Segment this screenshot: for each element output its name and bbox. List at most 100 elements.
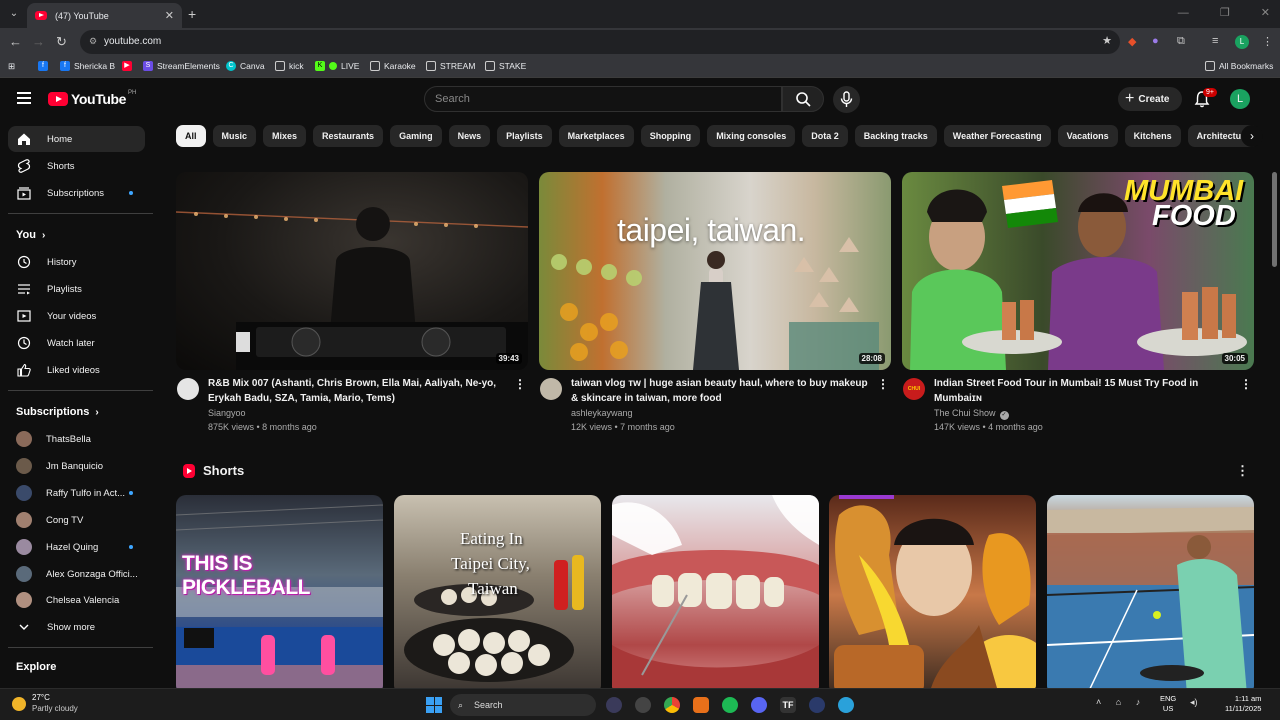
bookmark-shericka[interactable]: f Shericka B bbox=[60, 61, 115, 71]
sidebar-item-channel[interactable]: Hazel Quing bbox=[8, 534, 145, 560]
discord-icon[interactable] bbox=[751, 697, 767, 713]
short-card[interactable]: Eating In Taipei City, Taiwan bbox=[394, 495, 601, 688]
taskbar-clock[interactable]: 1:11 am 11/11/2025 bbox=[1225, 694, 1261, 714]
speaker-icon[interactable]: ◂) bbox=[1190, 697, 1198, 708]
weather-widget[interactable]: 27°C Partly cloudy bbox=[12, 693, 78, 713]
language-indicator[interactable]: ENG US bbox=[1160, 694, 1176, 714]
tab-close-icon[interactable]: ✕ bbox=[165, 9, 174, 22]
youtube-logo[interactable]: YouTube PH bbox=[48, 90, 136, 107]
bookmark-star-icon[interactable]: ★ bbox=[1102, 34, 1112, 47]
create-button[interactable]: + Create bbox=[1118, 87, 1182, 111]
sidebar-item-channel[interactable]: ThatsBella bbox=[8, 426, 145, 452]
short-card[interactable] bbox=[612, 495, 819, 688]
sidebar-item-shorts[interactable]: Shorts bbox=[8, 153, 145, 179]
more-actions-icon[interactable]: ⋮ bbox=[514, 377, 526, 391]
video-card[interactable]: MUMBAI FOOD 30:05 CHUI Indian Street Foo… bbox=[902, 172, 1254, 440]
bookmark-folder-kick[interactable]: kick bbox=[275, 61, 304, 71]
channel-avatar[interactable] bbox=[540, 378, 562, 400]
account-avatar[interactable]: L bbox=[1230, 89, 1250, 109]
extensions-puzzle-icon[interactable]: ⧉ bbox=[1177, 35, 1185, 48]
bookmark-facebook[interactable]: f bbox=[38, 61, 52, 71]
chevron-right-icon[interactable]: › bbox=[1241, 125, 1263, 147]
channel-avatar[interactable] bbox=[177, 378, 199, 400]
filter-chip[interactable]: Kitchens bbox=[1124, 125, 1181, 147]
video-title[interactable]: Indian Street Food Tour in Mumbai! 15 Mu… bbox=[934, 377, 1234, 406]
tab-search-icon[interactable]: ⌄ bbox=[6, 6, 22, 22]
guide-menu-icon[interactable] bbox=[17, 92, 31, 104]
back-icon[interactable]: ← bbox=[9, 34, 22, 49]
extension-icon[interactable]: ● bbox=[1152, 35, 1159, 47]
channel-name[interactable]: The Chui Show ✓ bbox=[934, 408, 1009, 420]
browser-profile-avatar[interactable]: L bbox=[1235, 35, 1249, 49]
sidebar-item-channel[interactable]: Cong TV bbox=[8, 507, 145, 533]
video-thumbnail[interactable]: MUMBAI FOOD 30:05 bbox=[902, 172, 1254, 370]
subscriptions-header[interactable]: Subscriptions › bbox=[16, 406, 99, 418]
filter-chip[interactable]: All bbox=[176, 125, 206, 147]
media-control-icon[interactable]: ≡ bbox=[1212, 35, 1218, 47]
sidebar-item-show-more[interactable]: Show more bbox=[8, 614, 145, 640]
browser-menu-icon[interactable]: ⋮ bbox=[1262, 35, 1273, 48]
browser-tab[interactable]: (47) YouTube ✕ bbox=[27, 3, 182, 28]
sidebar-item-playlists[interactable]: Playlists bbox=[8, 276, 145, 302]
minimize-icon[interactable]: — bbox=[1178, 7, 1189, 19]
sidebar-item-home[interactable]: Home bbox=[8, 126, 145, 152]
bookmark-folder-stake[interactable]: STAKE bbox=[485, 61, 526, 71]
chevron-up-icon[interactable]: ˄ bbox=[1096, 697, 1101, 707]
video-card[interactable]: 39:43 R&B Mix 007 (Ashanti, Chris Brown,… bbox=[176, 172, 528, 440]
spotify-icon[interactable] bbox=[722, 697, 738, 713]
filter-chip[interactable]: Mixing consoles bbox=[707, 125, 796, 147]
filter-chip[interactable]: Mixes bbox=[263, 125, 307, 147]
reload-icon[interactable]: ↻ bbox=[56, 34, 67, 50]
filter-chip[interactable]: Music bbox=[212, 125, 257, 147]
video-thumbnail[interactable]: 39:43 bbox=[176, 172, 528, 370]
video-title[interactable]: R&B Mix 007 (Ashanti, Chris Brown, Ella … bbox=[208, 377, 508, 406]
app-icon[interactable] bbox=[606, 697, 622, 713]
short-card[interactable]: THIS IS PICKLEBALL bbox=[176, 495, 383, 688]
scrollbar-thumb[interactable] bbox=[1272, 172, 1277, 267]
video-title[interactable]: taiwan vlog ᴛᴡ | huge asian beauty haul,… bbox=[571, 377, 871, 406]
telegram-icon[interactable] bbox=[838, 697, 854, 713]
filter-chip[interactable]: News bbox=[448, 125, 491, 147]
app-icon[interactable] bbox=[693, 697, 709, 713]
windows-start-icon[interactable] bbox=[426, 697, 442, 713]
sidebar-item-channel[interactable]: Chelsea Valencia bbox=[8, 587, 145, 613]
chrome-icon[interactable] bbox=[664, 697, 680, 713]
sidebar-item-your-videos[interactable]: Your videos bbox=[8, 303, 145, 329]
new-tab-icon[interactable]: + bbox=[188, 6, 196, 22]
apps-grid-icon[interactable]: ⊞ bbox=[8, 61, 15, 72]
video-thumbnail[interactable]: taipei, taiwan. 28:08 bbox=[539, 172, 891, 370]
voice-search-button[interactable] bbox=[833, 86, 860, 113]
sidebar-item-history[interactable]: History bbox=[8, 249, 145, 275]
bookmark-folder-stream[interactable]: STREAM bbox=[426, 61, 475, 71]
app-icon[interactable] bbox=[635, 697, 651, 713]
notifications-button[interactable]: 9+ bbox=[1194, 88, 1217, 108]
channel-avatar[interactable]: CHUI bbox=[903, 378, 925, 400]
filter-chip[interactable]: Weather Forecasting bbox=[943, 125, 1051, 147]
app-icon[interactable] bbox=[809, 697, 825, 713]
bookmark-live[interactable]: K LIVE bbox=[315, 61, 359, 71]
sidebar-item-channel[interactable]: Alex Gonzaga Offici... bbox=[8, 561, 145, 587]
sidebar-item-watch-later[interactable]: Watch later bbox=[8, 330, 145, 356]
channel-name[interactable]: ashleykaywang bbox=[571, 408, 633, 418]
search-input[interactable] bbox=[435, 93, 735, 105]
restore-icon[interactable]: ❐ bbox=[1220, 7, 1230, 19]
short-card[interactable] bbox=[1047, 495, 1254, 688]
filter-chip[interactable]: Backing tracks bbox=[854, 125, 937, 147]
forward-icon[interactable]: → bbox=[32, 34, 45, 49]
microphone-icon[interactable]: ♪ bbox=[1136, 697, 1141, 707]
bookmark-canva[interactable]: C Canva bbox=[226, 61, 265, 71]
bookmark-streamelements[interactable]: S StreamElements bbox=[143, 61, 220, 71]
address-bar[interactable]: ⚙ youtube.com ★ bbox=[80, 30, 1120, 54]
taskbar-search[interactable]: ⌕ Search bbox=[450, 694, 596, 716]
close-window-icon[interactable]: ✕ bbox=[1261, 7, 1270, 19]
app-icon[interactable]: TF bbox=[780, 697, 796, 713]
bookmark-folder-karaoke[interactable]: Karaoke bbox=[370, 61, 416, 71]
filter-chip[interactable]: Restaurants bbox=[313, 125, 384, 147]
bookmark-youtube[interactable]: ▶ bbox=[122, 61, 136, 71]
sidebar-item-subscriptions[interactable]: Subscriptions bbox=[8, 180, 145, 206]
sidebar-item-channel[interactable]: Jm Banquicio bbox=[8, 453, 145, 479]
extension-icon[interactable]: ◆ bbox=[1128, 35, 1136, 48]
search-button[interactable] bbox=[782, 86, 824, 112]
filter-chip[interactable]: Gaming bbox=[390, 125, 442, 147]
filter-chip[interactable]: Shopping bbox=[640, 125, 701, 147]
